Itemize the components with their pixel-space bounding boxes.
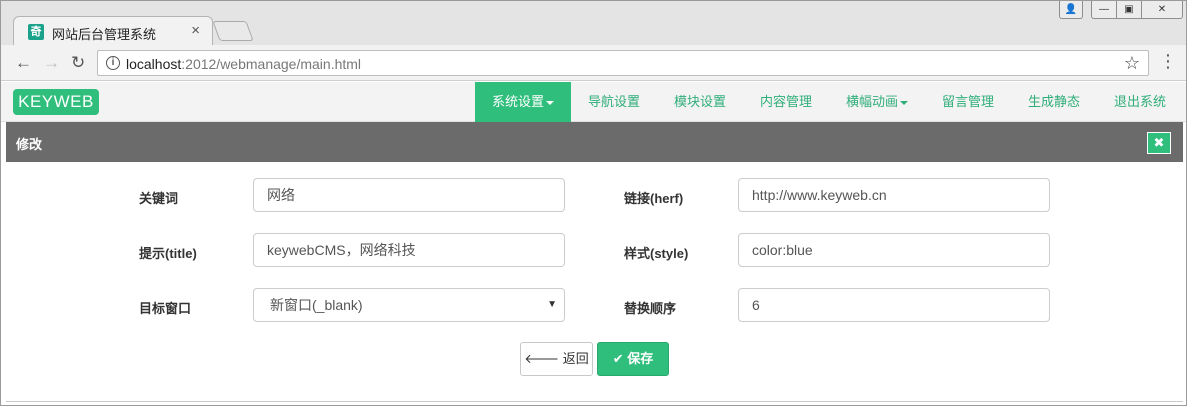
reload-icon[interactable]: ↻ <box>71 53 85 73</box>
dropdown-arrow-icon: ▼ <box>547 299 557 310</box>
close-icon[interactable]: ✖ <box>1147 132 1171 154</box>
site-favicon-icon: 奇 <box>28 24 44 40</box>
info-icon[interactable]: i <box>106 56 120 70</box>
new-tab-button[interactable] <box>212 21 254 41</box>
tab-strip: 奇 网站后台管理系统 × 👤 — ▣ ✕ <box>1 1 1186 46</box>
title-label: 提示(title) <box>139 246 197 261</box>
tab-close-icon[interactable]: × <box>191 22 200 39</box>
arrow-right-icon[interactable]: → <box>43 53 60 73</box>
window-close-icon[interactable]: ✕ <box>1141 1 1183 19</box>
url-host: localhost <box>126 56 182 72</box>
target-label: 目标窗口 <box>139 301 192 316</box>
kebab-menu-icon[interactable]: ⋮ <box>1159 51 1177 72</box>
user-profile-icon[interactable]: 👤 <box>1059 1 1083 19</box>
nav-content-management[interactable]: 内容管理 <box>743 82 829 122</box>
nav-label: 退出系统 <box>1113 94 1166 109</box>
caret-down-icon <box>546 100 554 105</box>
nav-label: 横幅动画 <box>845 94 898 109</box>
link-input[interactable] <box>738 178 1050 212</box>
caret-down-icon <box>900 100 908 105</box>
address-bar[interactable]: i localhost:2012/webmanage/main.html ☆ <box>97 50 1149 76</box>
save-button[interactable]: ✔ 保存 <box>597 342 669 376</box>
browser-window: 奇 网站后台管理系统 × 👤 — ▣ ✕ ← → ↻ i localhost:2… <box>0 0 1187 406</box>
url-text[interactable]: localhost:2012/webmanage/main.html <box>126 56 361 72</box>
nav-label: 内容管理 <box>759 94 812 109</box>
nav-message-management[interactable]: 留言管理 <box>925 82 1011 122</box>
back-button[interactable]: 🡐 返回 <box>520 342 593 376</box>
back-button-label: 返回 <box>562 351 589 366</box>
nav-navigation-settings[interactable]: 导航设置 <box>571 82 657 122</box>
keyword-input[interactable] <box>253 178 565 212</box>
nav-logout[interactable]: 退出系统 <box>1097 82 1183 122</box>
nav-label: 系统设置 <box>491 94 544 109</box>
star-icon[interactable]: ☆ <box>1124 53 1140 74</box>
title-input[interactable] <box>253 233 565 267</box>
style-label: 样式(style) <box>624 246 689 261</box>
nav-module-settings[interactable]: 模块设置 <box>657 82 743 122</box>
nav-label: 生成静态 <box>1027 94 1080 109</box>
panel-title: 修改 <box>16 137 43 152</box>
nav-label: 模块设置 <box>673 94 726 109</box>
order-input[interactable] <box>738 288 1050 322</box>
keyword-label: 关键词 <box>139 191 179 206</box>
maximize-icon[interactable]: ▣ <box>1116 1 1142 19</box>
arrow-left-icon: 🡐 <box>524 351 560 366</box>
panel-header: 修改 ✖ <box>6 122 1183 162</box>
site-logo[interactable]: KEYWEB <box>13 89 99 115</box>
target-window-value: 新窗口(_blank) <box>270 297 363 313</box>
nav-label: 导航设置 <box>587 94 640 109</box>
url-path: :2012/webmanage/main.html <box>181 56 362 72</box>
nav-label: 留言管理 <box>941 94 994 109</box>
tab-title: 网站后台管理系统 <box>52 27 157 42</box>
checkmark-icon: ✔ <box>612 351 624 366</box>
browser-toolbar: ← → ↻ i localhost:2012/webmanage/main.ht… <box>1 45 1186 81</box>
nav-system-settings[interactable]: 系统设置 <box>475 82 571 122</box>
link-label: 链接(herf) <box>624 191 684 206</box>
browser-tab[interactable]: 奇 网站后台管理系统 × <box>13 16 213 46</box>
nav-banner-animation[interactable]: 横幅动画 <box>829 82 925 122</box>
nav-generate-static[interactable]: 生成静态 <box>1011 82 1097 122</box>
style-input[interactable] <box>738 233 1050 267</box>
site-navbar: KEYWEB 系统设置 导航设置 模块设置 内容管理 横幅动画 留言管理 生成静… <box>1 82 1186 122</box>
order-label: 替换顺序 <box>624 301 677 316</box>
save-button-label: 保存 <box>627 351 654 366</box>
divider <box>6 401 1183 402</box>
target-window-select[interactable]: 新窗口(_blank) ▼ <box>253 288 565 322</box>
minimize-icon[interactable]: — <box>1091 1 1117 19</box>
arrow-left-icon[interactable]: ← <box>15 53 32 73</box>
